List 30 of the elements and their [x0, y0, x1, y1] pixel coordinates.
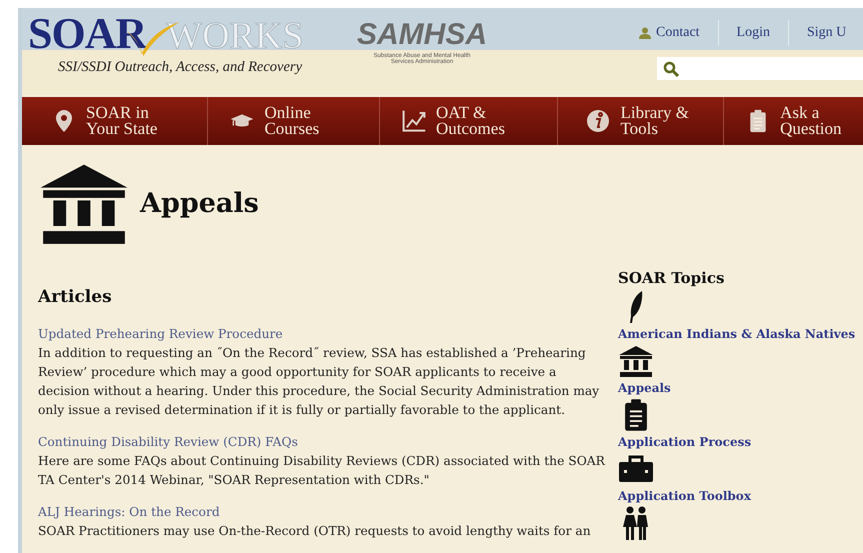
topic-link[interactable]: Application Toolbox	[618, 487, 751, 505]
tagline: SSI/SSDI Outreach, Access, and Recovery	[58, 59, 302, 76]
topic-link[interactable]: Application Process	[618, 433, 752, 451]
header-link[interactable]: Login	[736, 25, 770, 41]
nav-item[interactable]: SOAR in Your State	[22, 97, 208, 145]
person-icon	[639, 27, 651, 39]
article-link[interactable]: Continuing Disability Review (CDR) FAQs	[38, 433, 606, 452]
section-heading: Articles	[38, 287, 113, 307]
header-link[interactable]: Contact	[656, 25, 700, 41]
logo-text[interactable]: SOAR	[28, 8, 146, 59]
info-icon	[586, 109, 610, 133]
topic-link[interactable]: American Indians & Alaska Natives	[618, 325, 856, 343]
section-heading: SOAR Topics	[618, 269, 726, 287]
article-summary: In addition to requesting an ˝On the Record˝ review, SSA has established a ’Prehearing Review’ procedure which may a good opportunity for SOAR applicants to receive a decision without a hearing. Under this procedure, the Social Security Administration may only issue a revised determination if it is fully or partially favorable to the applicant.	[38, 345, 600, 419]
partner-logo-text[interactable]: SAMHSA	[357, 20, 488, 50]
search-field[interactable]	[657, 57, 863, 80]
page-title: Appeals	[140, 188, 259, 218]
article-summary: Here are some FAQs about Continuing Disability Reviews (CDR) associated with the SOAR TA Center's 2014 Webinar, "SOAR Representation with CDRs."	[38, 453, 606, 489]
nav-item[interactable]: Online Courses	[208, 97, 380, 145]
article-link[interactable]: ALJ Hearings: On the Record	[38, 503, 606, 522]
article-summary: SOAR Practitioners may use On-the-Record (OTR) requests to avoid lengthy waits for an	[38, 523, 592, 540]
article-link[interactable]: Updated Prehearing Review Procedure	[38, 325, 606, 344]
search-icon	[663, 60, 679, 76]
nav-item[interactable]: OAT & Outcomes	[380, 97, 558, 145]
nav-item[interactable]: Ask a Question	[724, 97, 863, 145]
courthouse-icon	[618, 344, 654, 378]
nav-item[interactable]: Library & Tools	[558, 97, 724, 145]
line-chart-icon	[402, 109, 426, 133]
topic-link[interactable]: Appeals	[618, 379, 671, 397]
header-link[interactable]: Sign U	[807, 25, 846, 41]
